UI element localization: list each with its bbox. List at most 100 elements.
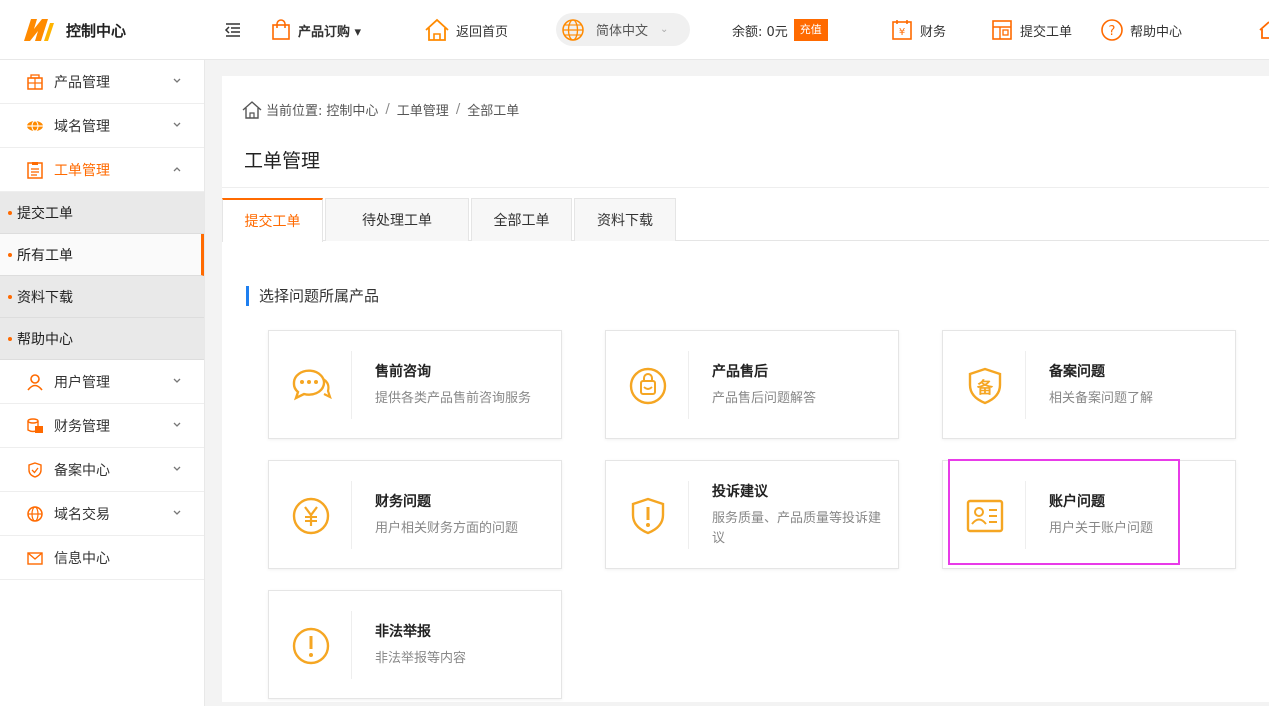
category-card-account[interactable]: 账户问题 用户关于账户问题: [942, 460, 1236, 569]
sidebar-subitem-downloads[interactable]: 资料下载: [0, 276, 204, 318]
breadcrumb-separator: /: [385, 102, 390, 117]
breadcrumb-prefix: 当前位置:: [266, 104, 323, 119]
finance-calendar-icon: ¥: [890, 18, 920, 42]
language-select[interactable]: 简体中文 ⌄: [556, 13, 690, 46]
help-icon: ?: [1100, 18, 1130, 42]
product-order-label: 产品订购 ▾: [298, 24, 362, 40]
category-card-complaint[interactable]: 投诉建议 服务质量、产品质量等投诉建议: [605, 460, 899, 569]
finance-label: 财务: [920, 24, 947, 40]
sidebar-item-tickets[interactable]: 工单管理: [0, 148, 204, 192]
sidebar-item-label: 域名交易: [54, 506, 110, 523]
breadcrumb-item[interactable]: 工单管理: [397, 100, 449, 119]
submit-ticket-link[interactable]: 提交工单: [990, 0, 1072, 60]
globe-icon: [560, 17, 586, 43]
sidebar-item-finance[interactable]: 财务管理: [0, 404, 204, 448]
sidebar-subitem-label: 提交工单: [17, 205, 73, 222]
card-title: 财务问题: [375, 493, 431, 510]
card-divider: [351, 481, 352, 549]
sidebar-subitem-help[interactable]: 帮助中心: [0, 318, 204, 360]
help-center-link[interactable]: ? 帮助中心: [1100, 0, 1182, 60]
shield-icon: [26, 461, 44, 479]
category-card-aftersales[interactable]: 产品售后 产品售后问题解答: [605, 330, 899, 439]
card-description: 用户相关财务方面的问题: [375, 520, 519, 536]
card-title: 投诉建议: [712, 483, 768, 500]
card-description: 服务质量、产品质量等投诉建议: [712, 510, 882, 546]
breadcrumb: 当前位置: 控制中心 / 工单管理 / 全部工单: [242, 100, 519, 119]
card-description: 用户关于账户问题: [1049, 520, 1154, 536]
more-link[interactable]: [1258, 0, 1269, 60]
card-title: 产品售后: [712, 363, 768, 380]
sidebar-subitem-label: 所有工单: [17, 247, 73, 264]
home-icon-partial: [1258, 18, 1269, 42]
complaint-shield-icon: [626, 494, 670, 538]
sidebar-item-label: 用户管理: [54, 374, 110, 391]
card-description: 非法举报等内容: [375, 650, 467, 666]
card-divider: [1025, 481, 1026, 549]
svg-text:备: 备: [976, 378, 994, 397]
card-title: 备案问题: [1049, 363, 1105, 380]
logo[interactable]: 控制中心: [0, 0, 205, 60]
page-title: 工单管理: [244, 150, 321, 172]
menu-fold-icon: [224, 22, 248, 38]
sidebar-subitem-all-tickets[interactable]: 所有工单: [0, 234, 204, 276]
card-divider: [688, 481, 689, 549]
tab-submit-ticket[interactable]: 提交工单: [222, 198, 323, 242]
domain-icon: [26, 117, 44, 135]
product-icon: [26, 73, 44, 91]
mail-icon: [26, 549, 44, 567]
main-panel: 当前位置: 控制中心 / 工单管理 / 全部工单 工单管理 提交工单 待处理工单…: [222, 76, 1269, 702]
category-card-presales[interactable]: 售前咨询 提供各类产品售前咨询服务: [268, 330, 562, 439]
alert-icon: [289, 624, 333, 668]
product-order-menu[interactable]: 产品订购 ▾: [270, 0, 361, 60]
shopping-bag-icon: [270, 19, 298, 41]
card-title: 非法举报: [375, 623, 431, 640]
help-label: 帮助中心: [1130, 24, 1183, 40]
user-icon: [26, 373, 44, 391]
chevron-down-icon: ⌄: [660, 24, 669, 35]
sidebar-item-users[interactable]: 用户管理: [0, 360, 204, 404]
sidebar-item-domains[interactable]: 域名管理: [0, 104, 204, 148]
menu-toggle-button[interactable]: [224, 0, 248, 60]
sidebar-item-messages[interactable]: 信息中心: [0, 536, 204, 580]
category-card-report[interactable]: 非法举报 非法举报等内容: [268, 590, 562, 699]
sidebar-item-label: 备案中心: [54, 462, 110, 479]
sidebar-item-products[interactable]: 产品管理: [0, 60, 204, 104]
breadcrumb-item[interactable]: 控制中心: [326, 100, 378, 119]
card-title: 账户问题: [1049, 493, 1105, 510]
breadcrumb-separator: /: [455, 102, 461, 117]
category-card-finance[interactable]: 财务问题 用户相关财务方面的问题: [268, 460, 562, 569]
tab-pending-tickets[interactable]: 待处理工单: [325, 198, 469, 241]
card-divider: [351, 611, 352, 679]
finance-link[interactable]: ¥ 财务: [890, 0, 946, 60]
globe-icon: [26, 505, 44, 523]
category-card-beian[interactable]: 备 备案问题 相关备案问题了解: [942, 330, 1236, 439]
card-text: 账户问题 用户关于账户问题: [1049, 461, 1219, 568]
sidebar-subitem-submit-ticket[interactable]: 提交工单: [0, 192, 204, 234]
sidebar-item-beian[interactable]: 备案中心: [0, 448, 204, 492]
sidebar-item-label: 产品管理: [54, 74, 110, 91]
card-text: 售前咨询 提供各类产品售前咨询服务: [375, 331, 545, 438]
tab-all-tickets[interactable]: 全部工单: [471, 198, 572, 241]
card-divider: [351, 351, 352, 419]
card-text: 财务问题 用户相关财务方面的问题: [375, 461, 545, 568]
tab-downloads[interactable]: 资料下载: [574, 198, 676, 241]
card-divider: [1025, 351, 1026, 419]
account-card-icon: [963, 494, 1007, 538]
recharge-button[interactable]: 充值: [793, 19, 828, 41]
chevron-down-icon: [172, 508, 182, 518]
logo-icon: [22, 15, 56, 45]
chevron-down-icon: [172, 420, 182, 430]
chat-icon: [289, 364, 333, 408]
sidebar-item-label: 财务管理: [54, 418, 110, 435]
chevron-down-icon: [172, 464, 182, 474]
tab-bar: 提交工单 待处理工单 全部工单 资料下载: [222, 198, 1269, 242]
sidebar: 产品管理 域名管理 工单管理 提交工单 所有工单 资料下载 帮助中心 用户管理: [0, 60, 205, 706]
card-text: 投诉建议 服务质量、产品质量等投诉建议: [712, 461, 882, 568]
home-link[interactable]: 返回首页: [424, 0, 508, 60]
sidebar-item-label: 信息中心: [54, 550, 110, 567]
chevron-down-icon: [172, 76, 182, 86]
card-title: 售前咨询: [375, 363, 431, 380]
sidebar-item-domain-trade[interactable]: 域名交易: [0, 492, 204, 536]
sidebar-item-label: 工单管理: [54, 162, 110, 179]
bullet-dot: [8, 294, 12, 299]
